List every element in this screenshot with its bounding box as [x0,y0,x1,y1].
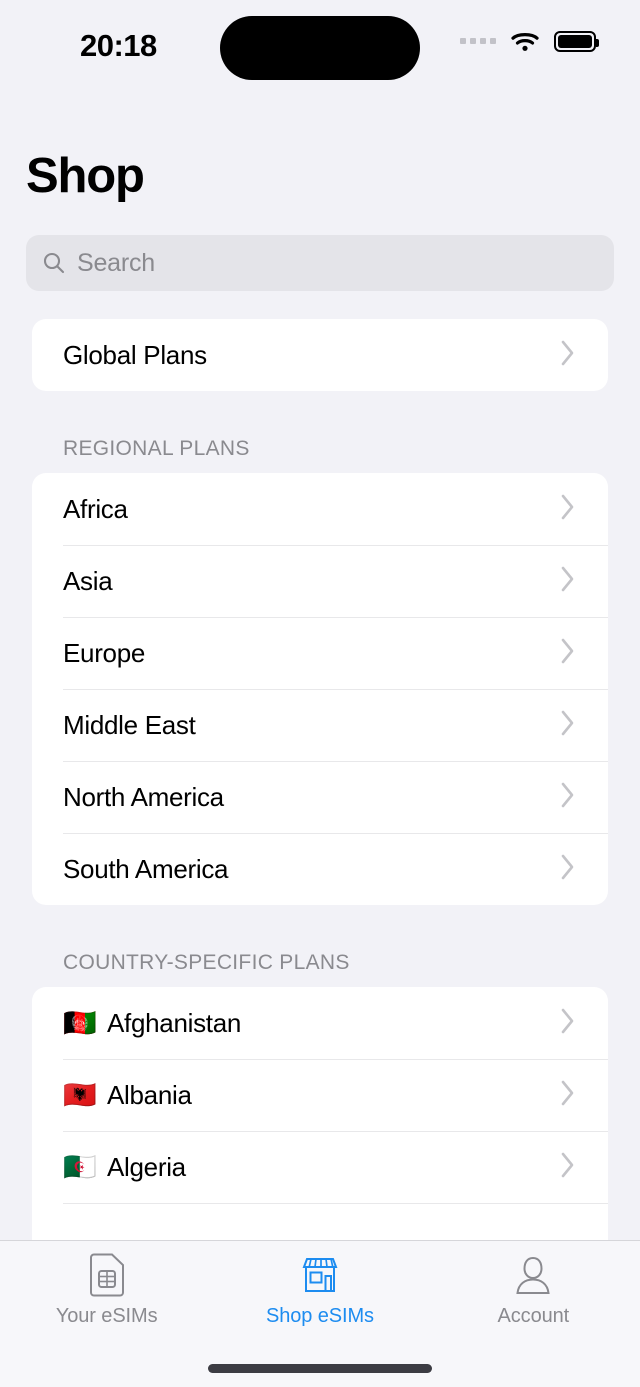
wifi-icon [510,30,540,52]
chevron-right-icon [560,565,582,598]
tab-label: Account [497,1305,570,1327]
chevron-right-icon [560,853,582,886]
list-item-south-america[interactable]: South America [32,833,608,905]
status-bar: 20:18 [0,0,640,96]
tab-label: Your eSIMs [55,1305,158,1327]
list-item-label: Asia [63,565,113,596]
shop-scroll-view[interactable]: Shop Search Global Plans REGIONAL PLANS … [0,96,640,1240]
tab-bar: Your eSIMs Shop eSIMs Account [0,1240,640,1387]
list-item-label: Algeria [107,1151,186,1182]
list-item-africa[interactable]: Africa [32,473,608,545]
storefront-icon [299,1253,341,1297]
chevron-right-icon [560,1007,582,1040]
flag-icon: 🇦🇱 [63,1079,97,1110]
status-bar-time: 20:18 [80,28,157,63]
list-item-albania[interactable]: 🇦🇱 Albania [32,1059,608,1131]
battery-icon [554,30,599,52]
tab-account[interactable]: Account [427,1253,640,1341]
chevron-right-icon [560,493,582,526]
list-item-label: Africa [63,493,128,524]
list-item-middle-east[interactable]: Middle East [32,689,608,761]
list-item-label: North America [63,781,224,812]
country-plans-card: 🇦🇫 Afghanistan 🇦🇱 Albania 🇩🇿 Algeria [32,987,608,1240]
dynamic-island [220,16,420,80]
page-title: Shop [26,149,145,203]
section-header-country: COUNTRY-SPECIFIC PLANS [63,951,350,974]
list-item-partial[interactable] [32,1203,608,1240]
search-icon [42,251,66,275]
chevron-right-icon [560,709,582,742]
sim-card-icon [88,1253,126,1297]
tab-label: Shop eSIMs [266,1305,374,1327]
chevron-right-icon [560,339,582,372]
cellular-dots-icon [460,38,496,44]
list-item-afghanistan[interactable]: 🇦🇫 Afghanistan [32,987,608,1059]
list-item-label: Middle East [63,709,196,740]
list-item-algeria[interactable]: 🇩🇿 Algeria [32,1131,608,1203]
chevron-right-icon [560,1079,582,1112]
list-item-asia[interactable]: Asia [32,545,608,617]
list-item-label: Albania [107,1079,192,1110]
list-item-label: South America [63,853,229,884]
search-input[interactable]: Search [26,235,614,291]
chevron-right-icon [560,781,582,814]
chevron-right-icon [560,1151,582,1184]
flag-icon: 🇩🇿 [63,1151,97,1182]
flag-icon: 🇦🇫 [63,1007,97,1038]
home-indicator [208,1364,432,1373]
regional-plans-card: Africa Asia Europe Middle East North Ame… [32,473,608,905]
list-item-label: Europe [63,637,146,668]
section-header-regional: REGIONAL PLANS [63,437,250,460]
list-item-global-plans[interactable]: Global Plans [32,319,608,391]
person-icon [513,1253,553,1297]
list-item-label: Afghanistan [107,1007,242,1038]
status-bar-indicators [460,30,599,52]
tab-your-esims[interactable]: Your eSIMs [0,1253,213,1341]
chevron-right-icon [560,637,582,670]
global-plans-card: Global Plans [32,319,608,391]
list-item-north-america[interactable]: North America [32,761,608,833]
search-placeholder: Search [77,248,156,277]
list-item-label: Global Plans [63,339,207,370]
tab-shop-esims[interactable]: Shop eSIMs [213,1253,426,1341]
list-item-europe[interactable]: Europe [32,617,608,689]
